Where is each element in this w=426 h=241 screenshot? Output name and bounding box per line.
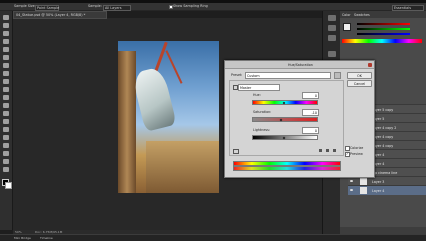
preset-label: Preset: — [231, 73, 243, 77]
eraser-tool-icon[interactable] — [3, 95, 9, 100]
layers-footer — [340, 227, 426, 234]
preview-label: Preview — [350, 152, 363, 156]
layer-name: Layer 3 — [372, 179, 385, 184]
marquee-tool-icon[interactable] — [3, 23, 9, 28]
crop-tool-icon[interactable] — [3, 47, 9, 52]
brush-tool-icon[interactable] — [3, 71, 9, 76]
hue-label: Hue: — [253, 93, 261, 97]
tools-panel — [0, 11, 13, 230]
blur-tool-icon[interactable] — [3, 111, 9, 116]
saturation-label: Saturation: — [253, 110, 272, 114]
zoom-tool-icon[interactable] — [3, 167, 9, 172]
workspace-select[interactable]: Essentials — [392, 4, 424, 11]
layer-name: Layer 5 copy — [372, 107, 394, 112]
adjustments-icon[interactable] — [328, 35, 336, 41]
target-icon[interactable] — [233, 149, 239, 154]
type-tool-icon[interactable] — [3, 135, 9, 140]
dialog-titlebar[interactable]: Hue/Saturation — [225, 61, 374, 69]
sample-size-label: Sample Size: — [14, 4, 36, 8]
tab-swatches[interactable]: Swatches — [354, 13, 370, 17]
channel-value: Master — [240, 85, 252, 90]
lightness-field[interactable]: 0 — [302, 127, 319, 134]
input-color-bar — [233, 161, 341, 166]
sample-size-select[interactable]: Point Sample — [35, 4, 59, 11]
document-tab-title: 04_Statue.psd @ 50% (Layer 4, RGB/8) * — [16, 12, 86, 17]
tab-timeline[interactable]: Timeline — [40, 236, 53, 240]
eye-icon[interactable] — [350, 180, 353, 182]
color-swatch-foreground[interactable] — [343, 23, 351, 31]
document-tab[interactable]: 04_Statue.psd @ 50% (Layer 4, RGB/8) * — [13, 11, 107, 19]
hand-tool-icon[interactable] — [3, 159, 9, 164]
color-panel-tabs: Color Swatches — [340, 11, 426, 18]
history-brush-tool-icon[interactable] — [3, 87, 9, 92]
preset-select[interactable]: Custom — [245, 72, 331, 79]
sample-select[interactable]: All Layers — [103, 4, 131, 11]
hue-field[interactable]: 0 — [302, 92, 319, 99]
quick-select-tool-icon[interactable] — [3, 39, 9, 44]
layer-name: Layer 4 copy — [372, 143, 394, 148]
hue-saturation-dialog: Hue/Saturation Preset: Custom OK Cancel … — [224, 60, 375, 178]
green-slider[interactable] — [357, 28, 410, 30]
saturation-slider[interactable] — [252, 117, 318, 122]
background-color-swatch[interactable] — [5, 182, 12, 189]
image-pillar — [118, 51, 136, 193]
close-icon[interactable] — [368, 62, 372, 67]
show-ring-label: Show Sampling Ring — [173, 4, 208, 8]
properties-icon[interactable] — [328, 25, 336, 31]
tab-mini-bridge[interactable]: Mini Bridge — [14, 236, 31, 240]
eyedropper-tool-icon[interactable] — [3, 55, 9, 60]
eyedropper-minus-icon[interactable] — [333, 149, 336, 152]
layer-name: Layer 4 — [372, 188, 385, 193]
move-tool-icon[interactable] — [3, 15, 9, 20]
ok-button[interactable]: OK — [347, 72, 372, 79]
gradient-tool-icon[interactable] — [3, 103, 9, 108]
preset-value: Custom — [247, 73, 260, 78]
layer-name: Layer 4 copy 2 — [372, 125, 397, 130]
image-base — [146, 141, 219, 193]
blue-slider[interactable] — [357, 33, 410, 35]
red-slider[interactable] — [357, 23, 410, 25]
options-bar: Sample Size: Point Sample Sample: All La… — [0, 3, 426, 11]
layer-thumbnail — [360, 187, 367, 194]
pen-tool-icon[interactable] — [3, 127, 9, 132]
lasso-tool-icon[interactable] — [3, 31, 9, 36]
color-ramp[interactable] — [342, 39, 422, 43]
output-color-bar — [233, 166, 341, 171]
dialog-title: Hue/Saturation — [288, 62, 313, 67]
healing-tool-icon[interactable] — [3, 63, 9, 68]
lightness-label: Lightness: — [253, 128, 270, 132]
cancel-button[interactable]: Cancel — [347, 80, 372, 87]
channel-select[interactable]: Master — [238, 84, 280, 91]
preset-options-icon[interactable] — [334, 72, 341, 79]
eyedropper-icon[interactable] — [319, 149, 322, 152]
layer-name: hip cinema line — [372, 170, 398, 175]
document-image[interactable] — [118, 41, 219, 193]
clone-stamp-tool-icon[interactable] — [3, 79, 9, 84]
saturation-field[interactable]: -10 — [302, 109, 319, 116]
shape-tool-icon[interactable] — [3, 151, 9, 156]
eyedropper-plus-icon[interactable] — [326, 149, 329, 152]
path-select-tool-icon[interactable] — [3, 143, 9, 148]
colorize-label: Colorize — [350, 146, 364, 150]
layer-name: Layer 4 copy — [372, 134, 394, 139]
history-icon[interactable] — [328, 15, 336, 21]
layer-thumbnail — [360, 178, 367, 185]
sample-label: Sample: — [88, 4, 102, 8]
image-crane — [165, 50, 183, 84]
tab-color[interactable]: Color — [342, 13, 351, 17]
dodge-tool-icon[interactable] — [3, 119, 9, 124]
channels-icon[interactable] — [328, 51, 336, 57]
eye-icon[interactable] — [350, 189, 353, 191]
image-statue — [131, 66, 177, 132]
layer-row-selected[interactable]: Layer 4 — [348, 185, 426, 195]
